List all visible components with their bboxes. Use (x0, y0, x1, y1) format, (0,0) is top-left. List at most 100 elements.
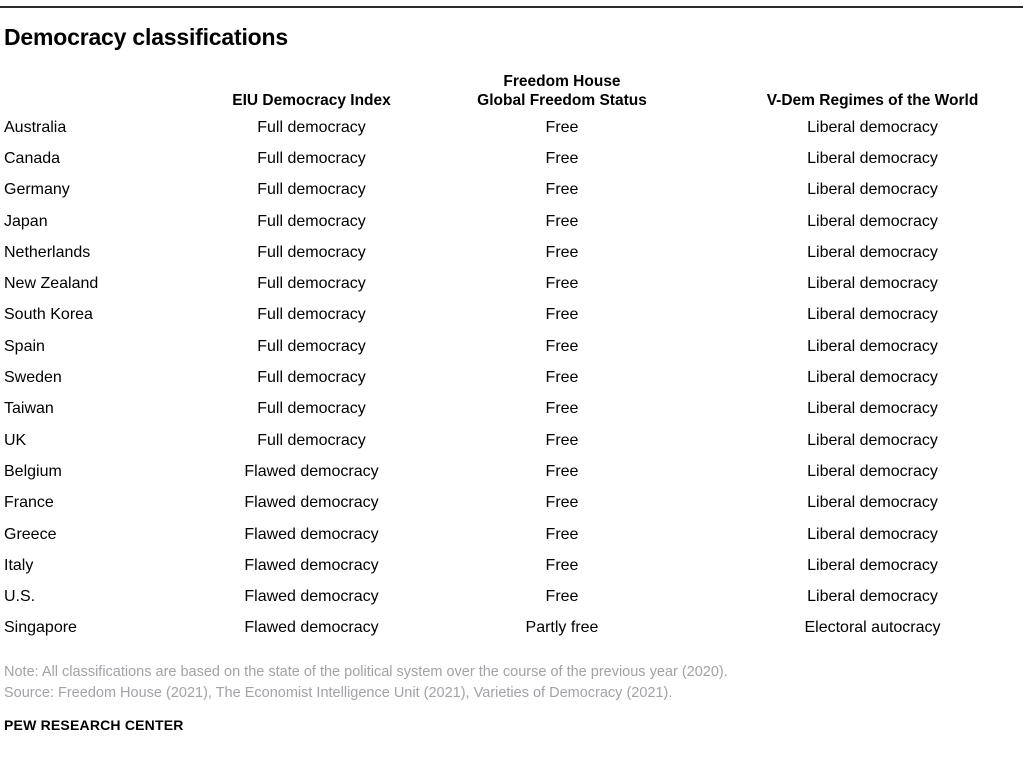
cell-eiu: Flawed democracy (244, 619, 379, 637)
column-header-freedom-house-line2: Global Freedom Status (477, 92, 647, 109)
cell-vdem: Liberal democracy (807, 118, 938, 136)
cell-country: France (4, 494, 54, 512)
cell-vdem: Liberal democracy (807, 369, 938, 387)
top-divider-rule (0, 6, 1023, 8)
table-row: Netherlands Full democracy Free Liberal … (0, 237, 1023, 268)
cell-freedom-house: Free (545, 556, 579, 574)
cell-eiu: Full democracy (257, 431, 366, 449)
cell-country: U.S. (4, 588, 36, 606)
cell-freedom-house: Free (545, 337, 579, 355)
source-text: Source: Freedom House (2021), The Econom… (4, 685, 673, 701)
cell-freedom-house: Free (545, 431, 579, 449)
cell-vdem: Liberal democracy (807, 400, 938, 418)
table-row: New Zealand Full democracy Free Liberal … (0, 268, 1023, 299)
cell-country: Japan (4, 212, 48, 230)
table-row: Sweden Full democracy Free Liberal democ… (0, 362, 1023, 393)
cell-vdem: Liberal democracy (807, 275, 938, 293)
table-row: Belgium Flawed democracy Free Liberal de… (0, 456, 1023, 487)
table-row: Singapore Flawed democracy Partly free E… (0, 613, 1023, 644)
cell-vdem: Liberal democracy (807, 588, 938, 606)
democracy-classifications-table: EIU Democracy Index Freedom House Global… (0, 62, 1023, 644)
cell-freedom-house: Free (545, 525, 579, 543)
table-row: Italy Flawed democracy Free Liberal demo… (0, 550, 1023, 581)
cell-country: Australia (4, 118, 67, 136)
table-row: Spain Full democracy Free Liberal democr… (0, 331, 1023, 362)
cell-eiu: Flawed democracy (244, 588, 379, 606)
cell-country: Spain (4, 337, 45, 355)
cell-freedom-house: Free (545, 243, 579, 261)
cell-vdem: Liberal democracy (807, 337, 938, 355)
cell-eiu: Full democracy (257, 337, 366, 355)
cell-eiu: Full democracy (257, 275, 366, 293)
cell-freedom-house: Free (545, 400, 579, 418)
cell-freedom-house: Free (545, 588, 579, 606)
cell-vdem: Liberal democracy (807, 556, 938, 574)
cell-eiu: Flawed democracy (244, 525, 379, 543)
cell-freedom-house: Partly free (525, 619, 599, 637)
cell-vdem: Liberal democracy (807, 525, 938, 543)
cell-vdem: Liberal democracy (807, 462, 938, 480)
cell-country: Canada (4, 149, 61, 167)
cell-vdem: Liberal democracy (807, 181, 938, 199)
cell-eiu: Full democracy (257, 243, 366, 261)
column-header-country (0, 110, 221, 112)
footnotes: Note: All classifications are based on t… (4, 662, 1014, 704)
cell-vdem: Electoral autocracy (804, 619, 941, 637)
table-body: Australia Full democracy Free Liberal de… (0, 112, 1023, 644)
table-row: South Korea Full democracy Free Liberal … (0, 300, 1023, 331)
cell-eiu: Full democracy (257, 212, 366, 230)
cell-country: Sweden (4, 369, 62, 387)
cell-vdem: Liberal democracy (807, 306, 938, 324)
cell-eiu: Full democracy (257, 118, 366, 136)
cell-country: Netherlands (4, 243, 91, 261)
cell-country: South Korea (4, 306, 93, 324)
cell-eiu: Flawed democracy (244, 462, 379, 480)
cell-eiu: Full democracy (257, 400, 366, 418)
table-row: Japan Full democracy Free Liberal democr… (0, 206, 1023, 237)
table-row: Taiwan Full democracy Free Liberal democ… (0, 394, 1023, 425)
cell-country: Greece (4, 525, 57, 543)
cell-vdem: Liberal democracy (807, 243, 938, 261)
cell-country: Belgium (4, 462, 62, 480)
cell-eiu: Flawed democracy (244, 494, 379, 512)
cell-freedom-house: Free (545, 462, 579, 480)
cell-freedom-house: Free (545, 369, 579, 387)
column-header-eiu: EIU Democracy Index (232, 92, 391, 109)
cell-country: Taiwan (4, 400, 54, 418)
cell-country: New Zealand (4, 275, 99, 293)
cell-freedom-house: Free (545, 212, 579, 230)
column-header-vdem: V-Dem Regimes of the World (766, 92, 979, 109)
table-header-row: EIU Democracy Index Freedom House Global… (0, 62, 1023, 112)
table-row: France Flawed democracy Free Liberal dem… (0, 488, 1023, 519)
cell-vdem: Liberal democracy (807, 149, 938, 167)
cell-eiu: Full democracy (257, 181, 366, 199)
cell-eiu: Full democracy (257, 149, 366, 167)
table-row: Greece Flawed democracy Free Liberal dem… (0, 519, 1023, 550)
cell-country: Singapore (4, 619, 77, 637)
cell-vdem: Liberal democracy (807, 494, 938, 512)
table-row: Germany Full democracy Free Liberal demo… (0, 175, 1023, 206)
cell-vdem: Liberal democracy (807, 431, 938, 449)
cell-country: UK (4, 431, 27, 449)
cell-vdem: Liberal democracy (807, 212, 938, 230)
cell-country: Germany (4, 181, 70, 199)
cell-freedom-house: Free (545, 149, 579, 167)
cell-freedom-house: Free (545, 494, 579, 512)
table-row: UK Full democracy Free Liberal democracy (0, 425, 1023, 456)
cell-freedom-house: Free (545, 306, 579, 324)
column-header-freedom-house: Freedom House Global Freedom Status (402, 72, 722, 112)
note-text: Note: All classifications are based on t… (4, 664, 728, 680)
table-row: U.S. Flawed democracy Free Liberal democ… (0, 581, 1023, 612)
cell-eiu: Full democracy (257, 369, 366, 387)
table-row: Australia Full democracy Free Liberal de… (0, 112, 1023, 143)
organization-footer: PEW RESEARCH CENTER (4, 717, 184, 733)
cell-eiu: Flawed democracy (244, 556, 379, 574)
cell-country: Italy (4, 556, 34, 574)
cell-freedom-house: Free (545, 118, 579, 136)
cell-freedom-house: Free (545, 275, 579, 293)
page-title: Democracy classifications (4, 24, 288, 50)
chart-figure: Democracy classifications EIU Democracy … (0, 0, 1023, 764)
cell-eiu: Full democracy (257, 306, 366, 324)
table-row: Canada Full democracy Free Liberal democ… (0, 143, 1023, 174)
cell-freedom-house: Free (545, 181, 579, 199)
